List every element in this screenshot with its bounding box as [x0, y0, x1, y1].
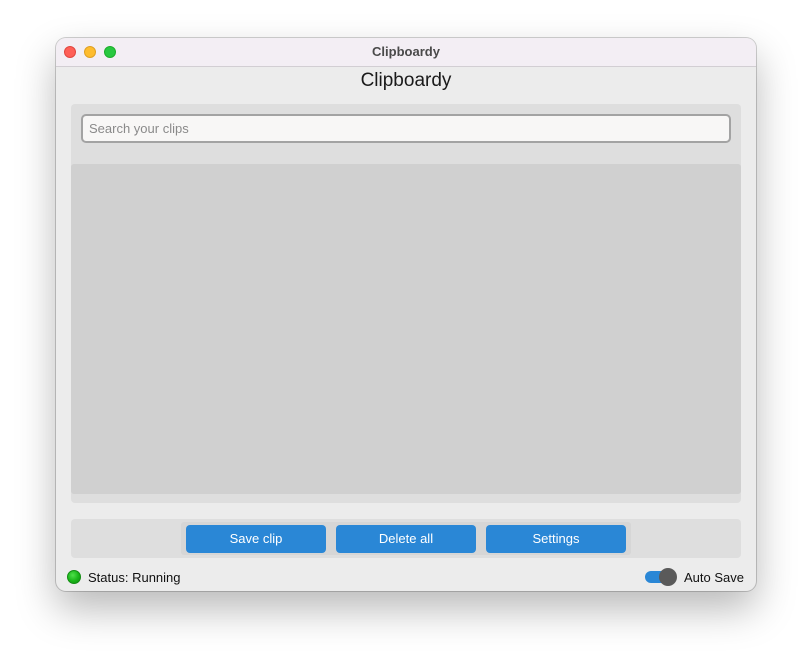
title-bar: Clipboardy: [56, 38, 756, 67]
button-group: Save clip Delete all Settings: [181, 522, 631, 555]
settings-button[interactable]: Settings: [486, 525, 626, 553]
app-title: Clipboardy: [360, 70, 452, 91]
delete-all-button[interactable]: Delete all: [336, 525, 476, 553]
status-indicator-icon: [67, 570, 81, 584]
clips-panel: [71, 104, 741, 503]
search-input[interactable]: [81, 114, 731, 143]
clip-list[interactable]: [71, 164, 741, 494]
status-text: Status: Running: [88, 570, 181, 585]
toggle-knob: [659, 568, 677, 586]
save-clip-button[interactable]: Save clip: [186, 525, 326, 553]
auto-save-label: Auto Save: [684, 570, 744, 585]
auto-save-toggle[interactable]: [645, 568, 677, 586]
app-window: Clipboardy Clipboardy Save clip Delete a…: [56, 38, 756, 591]
window-title: Clipboardy: [372, 44, 440, 59]
button-bar: Save clip Delete all Settings: [71, 519, 741, 558]
